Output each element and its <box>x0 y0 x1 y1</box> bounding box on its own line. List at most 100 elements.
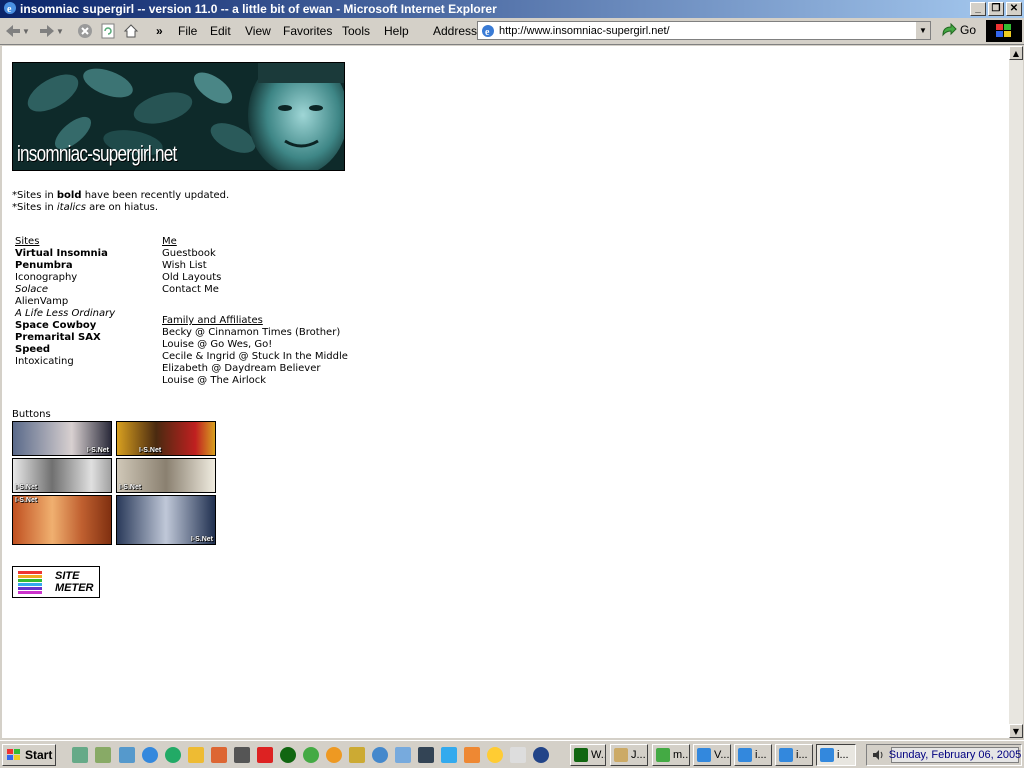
me-link[interactable]: Guestbook <box>162 248 221 260</box>
me-link[interactable]: Wish List <box>162 260 221 272</box>
affiliate-link[interactable]: Elizabeth @ Daydream Believer <box>162 363 348 375</box>
affiliate-link[interactable]: Louise @ The Airlock <box>162 375 348 387</box>
quicklaunch-app-icon[interactable] <box>119 747 135 763</box>
menu-help[interactable]: Help <box>384 24 409 38</box>
site-link[interactable]: Iconography <box>15 272 115 284</box>
site-banner[interactable]: insomniac-supergirl.net <box>12 62 345 171</box>
minimize-button[interactable]: _ <box>970 2 986 16</box>
quicklaunch-desktop-icon[interactable] <box>72 747 88 763</box>
taskbar-task[interactable]: i... <box>734 744 772 766</box>
title-bar: e insomniac supergirl -- version 11.0 --… <box>0 0 1024 18</box>
site-link[interactable]: Premarital SAX <box>15 332 115 344</box>
site-link[interactable]: Virtual Insomnia <box>15 248 115 260</box>
home-button[interactable] <box>123 22 139 40</box>
arrow-up-icon: ▲ <box>1012 48 1020 58</box>
taskbar-task[interactable]: i... <box>775 744 813 766</box>
sitemeter-line1: SITE <box>55 570 80 582</box>
button-tag: I-S.Net <box>119 484 142 491</box>
quicklaunch-app-icon[interactable] <box>533 747 549 763</box>
button-tag: I-S.Net <box>15 484 38 491</box>
link-button-2[interactable]: I-S.Net <box>116 421 216 456</box>
address-label: Address <box>433 24 478 38</box>
address-bar[interactable]: e ▼ <box>477 21 931 40</box>
stop-button[interactable] <box>77 22 93 40</box>
scroll-up-button[interactable]: ▲ <box>1009 46 1023 60</box>
menu-favorites[interactable]: Favorites <box>283 24 332 38</box>
taskbar-task[interactable]: J... <box>610 744 648 766</box>
sitemeter-bars-icon <box>18 571 42 594</box>
site-link[interactable]: AlienVamp <box>15 296 115 308</box>
link-button-1[interactable]: I-S.Net <box>12 421 112 456</box>
quicklaunch-app-icon[interactable] <box>349 747 365 763</box>
speaker-icon[interactable] <box>871 748 885 762</box>
affiliate-link[interactable]: Becky @ Cinnamon Times (Brother) <box>162 327 348 339</box>
me-link[interactable]: Contact Me <box>162 284 221 296</box>
taskbar-task[interactable]: W... <box>570 744 606 766</box>
link-button-5[interactable]: I-S.Net <box>12 495 112 545</box>
back-button[interactable]: ▼ <box>4 22 30 40</box>
arrow-down-icon: ▼ <box>1012 726 1020 736</box>
vertical-scrollbar[interactable]: ▲ ▼ <box>1009 46 1023 738</box>
menu-tools[interactable]: Tools <box>342 24 370 38</box>
site-link[interactable]: Solace <box>15 284 115 296</box>
clock[interactable]: Sunday, February 06, 2005 <box>889 747 1021 763</box>
quicklaunch-app-icon[interactable] <box>257 747 273 763</box>
button-tag: I-S.Net <box>190 536 213 543</box>
ie-icon <box>697 748 711 762</box>
home-icon <box>123 24 139 38</box>
quicklaunch-app-icon[interactable] <box>418 747 434 763</box>
start-button[interactable]: Start <box>2 744 56 766</box>
note-bold-prefix: *Sites in <box>12 190 57 201</box>
chevron-icon: » <box>156 24 163 38</box>
app-icon <box>614 748 628 762</box>
quicklaunch-app-icon[interactable] <box>510 747 526 763</box>
toolbar-chevron[interactable]: » <box>156 22 163 40</box>
quicklaunch-app-icon[interactable] <box>95 747 111 763</box>
close-button[interactable]: ✕ <box>1006 2 1022 16</box>
note-bold-word: bold <box>56 190 82 201</box>
link-button-4[interactable]: I-S.Net <box>116 458 216 493</box>
quicklaunch-app-icon[interactable] <box>303 747 319 763</box>
address-input[interactable] <box>499 24 909 37</box>
taskbar-task-active[interactable]: i... <box>816 744 856 766</box>
taskbar-task[interactable]: V... <box>693 744 731 766</box>
menu-edit[interactable]: Edit <box>210 24 231 38</box>
refresh-button[interactable] <box>100 22 116 40</box>
link-button-3[interactable]: I-S.Net <box>12 458 112 493</box>
affiliate-link[interactable]: Louise @ Go Wes, Go! <box>162 339 348 351</box>
task-label: W... <box>591 749 605 761</box>
site-link[interactable]: A Life Less Ordinary <box>15 308 115 320</box>
menu-file[interactable]: File <box>178 24 197 38</box>
quicklaunch-messenger-icon[interactable] <box>188 747 204 763</box>
quicklaunch-netscape-icon[interactable] <box>165 747 181 763</box>
address-dropdown-button[interactable]: ▼ <box>915 22 930 39</box>
quicklaunch-app-icon[interactable] <box>234 747 250 763</box>
site-link[interactable]: Space Cowboy <box>15 320 115 332</box>
taskbar-task[interactable]: m... <box>652 744 690 766</box>
scroll-down-button[interactable]: ▼ <box>1009 724 1023 738</box>
forward-button[interactable]: ▼ <box>38 22 64 40</box>
quicklaunch-app-icon[interactable] <box>326 747 342 763</box>
site-link[interactable]: Speed <box>15 344 115 356</box>
site-link[interactable]: Intoxicating <box>15 356 115 368</box>
sitemeter-badge[interactable]: SITE METER <box>12 566 100 598</box>
affiliate-link[interactable]: Cecile & Ingrid @ Stuck In the Middle <box>162 351 348 363</box>
quicklaunch-app-icon[interactable] <box>211 747 227 763</box>
quicklaunch-app-icon[interactable] <box>487 747 503 763</box>
maximize-button[interactable]: ❐ <box>988 2 1004 16</box>
quicklaunch-app-icon[interactable] <box>395 747 411 763</box>
restore-icon: ❐ <box>991 3 1001 14</box>
start-label: Start <box>25 748 53 762</box>
link-button-6[interactable]: I-S.Net <box>116 495 216 545</box>
menu-view[interactable]: View <box>245 24 271 38</box>
go-button[interactable]: Go <box>941 23 976 37</box>
task-label: V... <box>714 749 730 761</box>
quicklaunch-ie-icon[interactable] <box>142 747 158 763</box>
site-link[interactable]: Penumbra <box>15 260 115 272</box>
me-link[interactable]: Old Layouts <box>162 272 221 284</box>
sites-column: Sites Virtual Insomnia Penumbra Iconogra… <box>15 236 115 368</box>
quicklaunch-winamp-icon[interactable] <box>280 747 296 763</box>
quicklaunch-app-icon[interactable] <box>441 747 457 763</box>
quicklaunch-aim-icon[interactable] <box>464 747 480 763</box>
quicklaunch-app-icon[interactable] <box>372 747 388 763</box>
